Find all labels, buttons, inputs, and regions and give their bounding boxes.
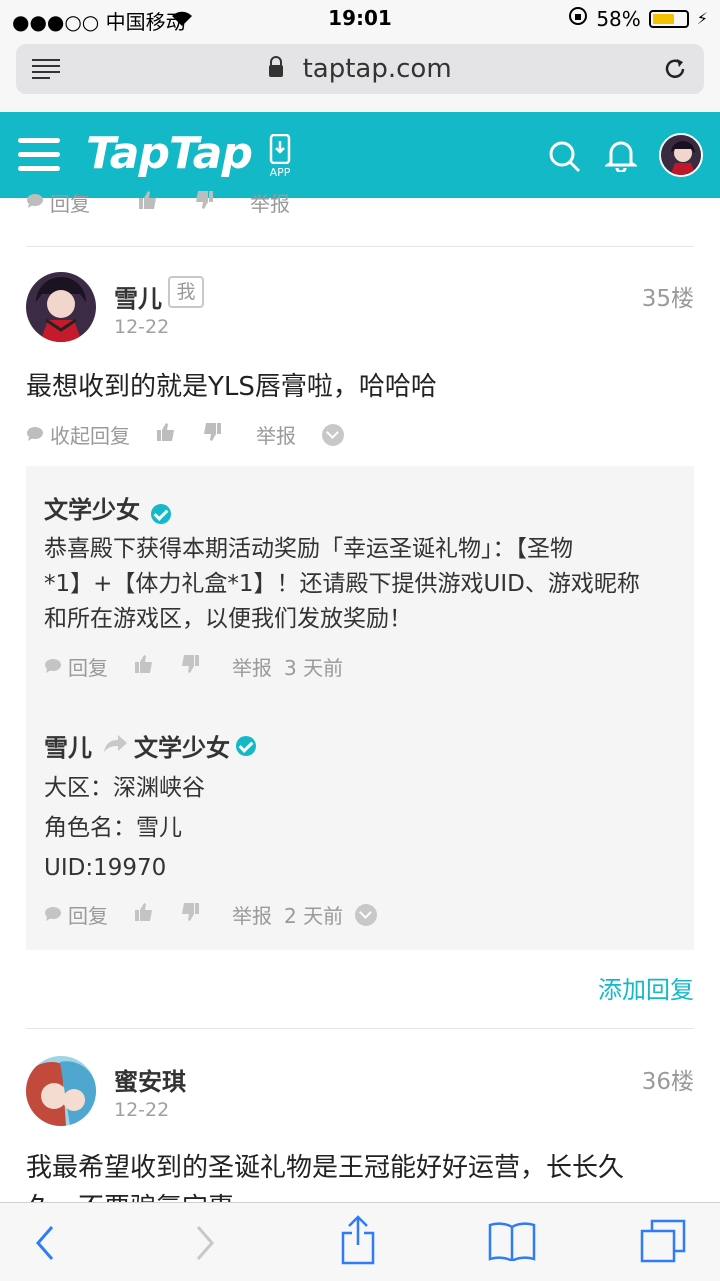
reply-actions: 回复 举报 2 天前 <box>44 900 378 929</box>
thumbs-up-icon[interactable] <box>138 190 158 214</box>
phone-download-icon <box>269 133 291 165</box>
chevron-down-icon[interactable] <box>322 423 344 446</box>
post-content: 最想收到的就是YLS唇膏啦，哈哈哈 <box>26 372 437 402</box>
thumbs-down-icon[interactable] <box>194 190 214 214</box>
thumbs-down-icon[interactable] <box>180 902 200 927</box>
menu-icon[interactable] <box>18 138 60 172</box>
reply-target[interactable]: 文学少女 <box>134 728 230 763</box>
post-actions: 收起回复 举报 <box>26 420 344 449</box>
thumbs-up-icon[interactable] <box>134 654 154 679</box>
thumbs-up-icon[interactable] <box>156 422 176 447</box>
user-avatar[interactable] <box>659 133 703 177</box>
reply-content: 大区：深渊峡谷 角色名：雪儿 UID:19970 <box>44 775 205 881</box>
comment-icon[interactable] <box>44 903 62 927</box>
tabs-icon[interactable] <box>640 1219 686 1267</box>
floor-number: 35楼 <box>641 286 694 312</box>
browser-bar: taptap.com <box>0 38 720 112</box>
divider <box>26 246 694 247</box>
reply-time: 3 天前 <box>284 656 344 680</box>
taptap-logo[interactable]: TapTap <box>86 128 253 179</box>
address-field[interactable]: taptap.com <box>16 44 704 94</box>
reply-author[interactable]: 雪儿 <box>44 728 92 763</box>
author-name[interactable]: 雪儿 <box>114 279 162 314</box>
comment-icon[interactable] <box>44 655 62 679</box>
url-text: taptap.com <box>302 54 452 84</box>
report-link[interactable]: 举报 <box>232 900 272 929</box>
share-icon[interactable] <box>340 1215 376 1269</box>
reply-link[interactable]: 回复 <box>68 652 108 681</box>
thumbs-down-icon[interactable] <box>180 654 200 679</box>
charging-icon: ⚡ <box>696 9 708 28</box>
reply-link[interactable]: 回复 <box>68 900 108 929</box>
report-link[interactable]: 举报 <box>256 420 296 449</box>
me-badge: 我 <box>168 276 204 308</box>
verified-icon <box>236 735 256 756</box>
reply-link[interactable]: 回复 <box>50 190 90 215</box>
back-icon[interactable] <box>34 1225 56 1265</box>
reply-time: 2 天前 <box>284 904 344 928</box>
author-name[interactable]: 蜜安琪 <box>114 1062 186 1097</box>
app-label: APP <box>269 166 291 179</box>
orientation-lock-icon <box>568 6 588 31</box>
divider <box>26 1028 694 1029</box>
reply-arrow-icon <box>102 734 128 758</box>
reply-thread: 文学少女 恭喜殿下获得本期活动奖励「幸运圣诞礼物」：【圣物 *1】+【体力礼盒*… <box>26 466 694 950</box>
lock-icon <box>268 55 284 85</box>
battery-icon <box>648 9 689 28</box>
report-link[interactable]: 举报 <box>250 190 290 215</box>
bell-icon[interactable] <box>603 138 639 176</box>
bookmarks-icon[interactable] <box>488 1221 536 1265</box>
report-link[interactable]: 举报 <box>232 652 272 681</box>
author-avatar[interactable] <box>26 272 96 342</box>
comment-icon[interactable] <box>26 190 44 214</box>
floor-number: 36楼 <box>641 1069 694 1095</box>
chevron-down-icon[interactable] <box>355 903 378 926</box>
previous-post-actions: 回复 举报 <box>26 190 426 214</box>
verified-icon <box>151 503 172 524</box>
thumbs-up-icon[interactable] <box>134 902 154 927</box>
collapse-reply-link[interactable]: 收起回复 <box>50 420 130 449</box>
author-avatar[interactable] <box>26 1056 96 1126</box>
site-header: TapTap APP <box>0 112 720 198</box>
status-bar: ●●●○○ 中国移动 19:01 58% ⚡ <box>0 0 720 38</box>
app-download-button[interactable]: APP <box>266 133 294 179</box>
reply-actions: 回复 举报 3 天前 <box>44 652 343 681</box>
reply-author[interactable]: 文学少女 <box>44 496 140 524</box>
comment-icon[interactable] <box>26 423 44 447</box>
browser-toolbar <box>0 1202 720 1281</box>
add-reply-button[interactable]: 添加回复 <box>598 970 694 1005</box>
reply-content: 恭喜殿下获得本期活动奖励「幸运圣诞礼物」：【圣物 *1】+【体力礼盒*1】！还请… <box>44 536 640 632</box>
forward-icon[interactable] <box>194 1225 216 1265</box>
search-icon[interactable] <box>548 140 582 178</box>
post-date: 12-22 <box>114 316 170 338</box>
post-date: 12-22 <box>114 1099 170 1121</box>
battery-percent: 58% <box>596 6 641 31</box>
reload-icon[interactable] <box>662 56 688 86</box>
thumbs-down-icon[interactable] <box>202 422 222 447</box>
